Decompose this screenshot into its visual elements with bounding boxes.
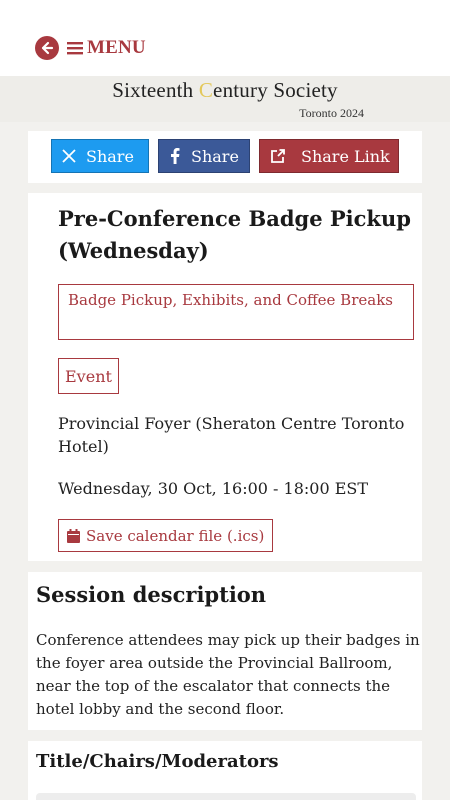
menu-label: MENU bbox=[87, 37, 146, 58]
site-title: Sixteenth Century Society bbox=[0, 78, 450, 103]
chairs-list-panel bbox=[36, 793, 416, 800]
facebook-icon bbox=[171, 148, 180, 164]
event-datetime: Wednesday, 30 Oct, 16:00 - 18:00 EST bbox=[58, 479, 369, 498]
site-banner[interactable]: Sixteenth Century Society Toronto 2024 bbox=[0, 76, 450, 122]
event-title: Pre-Conference Badge Pickup (Wednesday) bbox=[58, 206, 411, 263]
event-type-tag[interactable]: Event bbox=[58, 358, 119, 394]
save-ics-button[interactable]: Save calendar file (.ics) bbox=[58, 519, 274, 552]
save-ics-label: Save calendar file (.ics) bbox=[86, 526, 265, 545]
menu-button[interactable]: MENU bbox=[67, 36, 146, 60]
chairs-heading: Title/Chairs/Moderators bbox=[36, 751, 279, 772]
share-facebook-button[interactable]: Share bbox=[158, 139, 250, 173]
site-title-part1: Sixteenth bbox=[112, 78, 199, 102]
calendar-icon bbox=[67, 528, 80, 543]
track-tag[interactable]: Badge Pickup, Exhibits, and Coffee Break… bbox=[58, 284, 414, 340]
external-link-icon bbox=[271, 148, 285, 163]
site-title-accent: C bbox=[198, 78, 214, 102]
share-bar: Share Share Share Link bbox=[28, 131, 422, 183]
event-location: Provincial Foyer (Sheraton Centre Toront… bbox=[58, 414, 405, 456]
site-subtitle: Toronto 2024 bbox=[299, 106, 364, 120]
share-facebook-label: Share bbox=[191, 146, 239, 166]
site-title-part2: entury Society bbox=[213, 78, 338, 102]
arrow-left-circle-icon bbox=[41, 41, 54, 55]
session-description-text: Conference attendees may pick up their b… bbox=[36, 631, 420, 718]
session-description-heading: Session description bbox=[36, 582, 267, 607]
x-twitter-icon bbox=[62, 149, 76, 163]
event-details-card: Pre-Conference Badge Pickup (Wednesday) … bbox=[28, 193, 422, 561]
top-nav-bar: MENU bbox=[0, 0, 450, 76]
back-button[interactable] bbox=[35, 36, 59, 60]
hamburger-icon bbox=[67, 42, 83, 55]
share-link-label: Share Link bbox=[301, 146, 390, 166]
session-description-card: Session description Conference attendees… bbox=[28, 572, 422, 730]
share-x-label: Share bbox=[86, 146, 134, 166]
chairs-card: Title/Chairs/Moderators bbox=[28, 741, 422, 800]
share-x-button[interactable]: Share bbox=[51, 139, 149, 173]
share-link-button[interactable]: Share Link bbox=[259, 139, 399, 173]
